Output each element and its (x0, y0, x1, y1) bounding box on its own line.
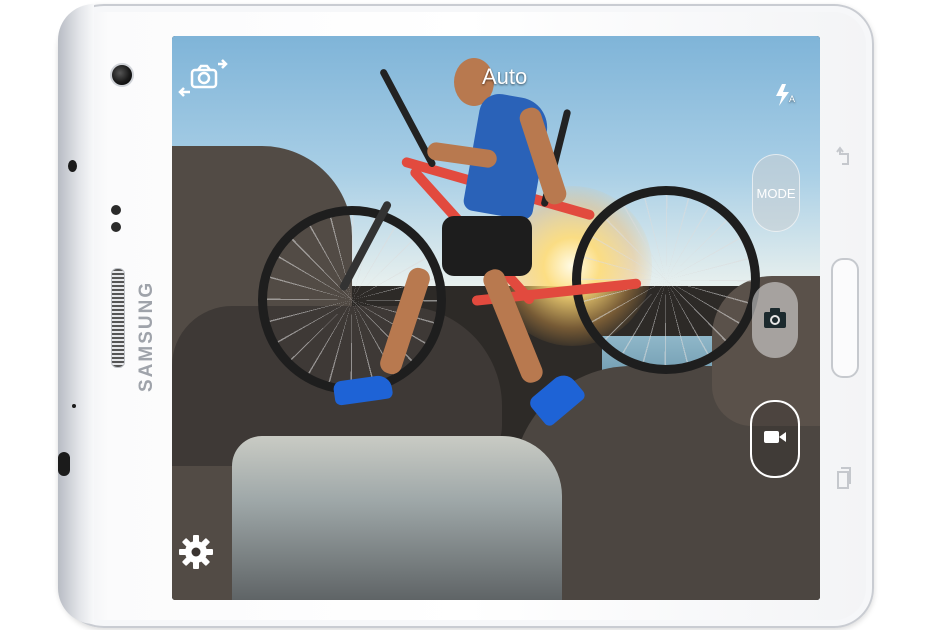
flash-mode-label: A (789, 94, 796, 104)
headphone-jack (58, 452, 70, 476)
flash-auto-icon[interactable]: A (772, 82, 798, 108)
earpiece-speaker (111, 268, 125, 368)
camera-icon (763, 307, 787, 334)
shooting-mode-label: Auto (482, 64, 528, 89)
mode-button-label: MODE (756, 185, 796, 201)
mode-button[interactable]: MODE (752, 154, 800, 232)
shutter-button[interactable] (752, 282, 798, 358)
phone-edge (58, 4, 94, 624)
brand-logo: SAMSUNG (136, 280, 157, 392)
microphone-hole (72, 404, 76, 408)
bike-rear-wheel (572, 186, 760, 374)
light-sensor (111, 222, 121, 232)
front-camera (110, 63, 134, 87)
side-port (68, 160, 77, 172)
gear-icon[interactable] (178, 534, 214, 570)
viewfinder-water (232, 436, 562, 600)
camera-viewfinder[interactable]: Auto A MODE (172, 36, 820, 600)
cyclist-shorts (442, 216, 532, 276)
switch-camera-icon[interactable] (178, 58, 228, 98)
home-button[interactable] (831, 258, 859, 378)
record-video-button[interactable] (750, 400, 800, 478)
back-icon[interactable] (836, 146, 852, 173)
video-camera-icon (763, 429, 787, 450)
proximity-sensor (111, 205, 121, 215)
recent-apps-icon[interactable] (836, 466, 852, 495)
